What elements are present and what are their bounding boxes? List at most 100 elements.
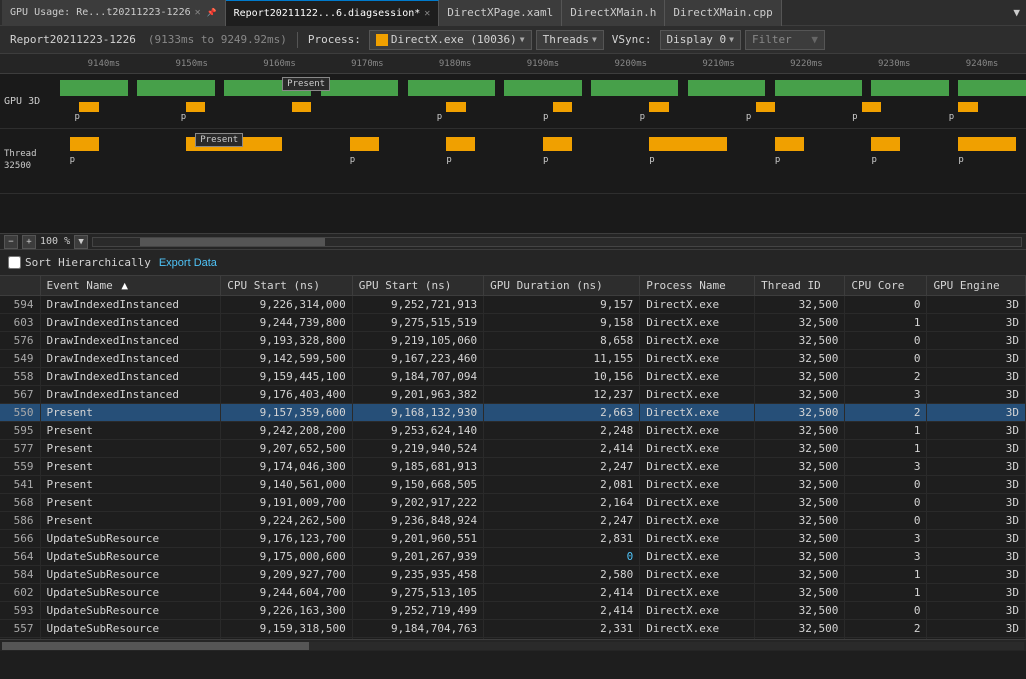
cpu-core-cell: 2 (845, 368, 927, 386)
gpu-activity-bar-10 (871, 80, 948, 96)
thread-content[interactable]: Present p p p p p p p p (60, 129, 1026, 193)
tab-label: DirectXPage.xaml (447, 6, 553, 19)
table-container[interactable]: Event Name ▲ CPU Start (ns) GPU Start (n… (0, 276, 1026, 639)
time-tick-3: 9170ms (323, 59, 411, 69)
table-row[interactable]: 576 DrawIndexedInstanced 9,193,328,800 9… (0, 332, 1026, 350)
col-header-cpu-start[interactable]: CPU Start (ns) (221, 276, 352, 296)
filter-input[interactable]: Filter ▼ (745, 30, 825, 50)
gpu-engine-cell: 3D (927, 404, 1026, 422)
time-tick-6: 9200ms (587, 59, 675, 69)
threads-label: Threads (543, 33, 589, 46)
col-header-gpu-start[interactable]: GPU Start (ns) (352, 276, 483, 296)
cpu-start-cell: 9,176,403,400 (221, 386, 352, 404)
col-header-gpu-duration[interactable]: GPU Duration (ns) (484, 276, 640, 296)
table-row[interactable]: 584 UpdateSubResource 9,209,927,700 9,23… (0, 566, 1026, 584)
cpu-core-cell: 0 (845, 332, 927, 350)
tab-report[interactable]: Report20211122...6.diagsession* ✕ (226, 0, 440, 26)
cpu-core-cell: 1 (845, 314, 927, 332)
thread-bar-3 (350, 137, 379, 151)
table-row[interactable]: 558 DrawIndexedInstanced 9,159,445,100 9… (0, 368, 1026, 386)
col-header-event[interactable]: Event Name ▲ (40, 276, 221, 296)
gpu-duration-cell: 2,663 (484, 404, 640, 422)
gpu-engine-cell: 3D (927, 602, 1026, 620)
thread-row[interactable]: Thread32500 Present p p p p p (0, 129, 1026, 194)
gpu3d-row[interactable]: GPU 3D (0, 74, 1026, 129)
row-id: 549 (0, 350, 40, 368)
process-dropdown[interactable]: DirectX.exe (10036) ▼ (369, 30, 532, 50)
table-row[interactable]: 567 DrawIndexedInstanced 9,176,403,400 9… (0, 386, 1026, 404)
zoom-dropdown-button[interactable]: ▼ (74, 235, 88, 249)
gpu-start-cell: 9,201,267,939 (352, 548, 483, 566)
options-bar: Sort Hierarchically Export Data (0, 250, 1026, 276)
event-name-cell: DrawIndexedInstanced (40, 368, 221, 386)
table-row[interactable]: 564 UpdateSubResource 9,175,000,600 9,20… (0, 548, 1026, 566)
tab-gpu-usage[interactable]: GPU Usage: Re...t20211223-1226 ✕ 📌 (2, 0, 226, 26)
col-header-process[interactable]: Process Name (640, 276, 755, 296)
toolbar: Report20211223-1226 (9133ms to 9249.92ms… (0, 26, 1026, 54)
table-row[interactable]: 577 Present 9,207,652,500 9,219,940,524 … (0, 440, 1026, 458)
gpu-present-5 (553, 102, 572, 112)
table-row[interactable]: 586 Present 9,224,262,500 9,236,848,924 … (0, 512, 1026, 530)
row-id: 603 (0, 314, 40, 332)
table-row[interactable]: 593 UpdateSubResource 9,226,163,300 9,25… (0, 602, 1026, 620)
cpu-start-cell: 9,159,318,500 (221, 620, 352, 638)
table-row[interactable]: 568 Present 9,191,009,700 9,202,917,222 … (0, 494, 1026, 512)
horizontal-scrollbar[interactable] (92, 237, 1022, 247)
thread-bar-9 (958, 137, 1016, 151)
table-row[interactable]: 549 DrawIndexedInstanced 9,142,599,500 9… (0, 350, 1026, 368)
table-row[interactable]: 566 UpdateSubResource 9,176,123,700 9,20… (0, 530, 1026, 548)
horizontal-scroll-thumb[interactable] (140, 238, 326, 246)
tab-directxmain-h[interactable]: DirectXMain.h (562, 0, 665, 26)
display-dropdown[interactable]: Display 0 ▼ (660, 30, 741, 50)
sort-hierarchically-checkbox[interactable]: Sort Hierarchically (8, 256, 151, 269)
time-tick-5: 9190ms (499, 59, 587, 69)
sort-hierarchically-input[interactable] (8, 256, 21, 269)
row-id: 541 (0, 476, 40, 494)
tab-directxmain-cpp[interactable]: DirectXMain.cpp (665, 0, 781, 26)
cpu-start-cell: 9,193,328,800 (221, 332, 352, 350)
thread-id-cell: 32,500 (755, 332, 845, 350)
cpu-start-cell: 9,244,604,700 (221, 584, 352, 602)
tab-overflow-button[interactable]: ▼ (1007, 6, 1026, 19)
thread-bar-4 (446, 137, 475, 151)
col-header-gpu-engine[interactable]: GPU Engine (927, 276, 1026, 296)
table-row[interactable]: 603 DrawIndexedInstanced 9,244,739,800 9… (0, 314, 1026, 332)
bottom-scroll-track[interactable] (2, 642, 1024, 650)
bottom-scroll-thumb[interactable] (2, 642, 309, 650)
tab-close-icon[interactable]: ✕ (195, 7, 201, 18)
time-tick-0: 9140ms (60, 59, 148, 69)
table-row[interactable]: 541 Present 9,140,561,000 9,150,668,505 … (0, 476, 1026, 494)
gpu-present-8 (862, 102, 881, 112)
tab-close-icon[interactable]: ✕ (424, 8, 430, 19)
thread-id-cell: 32,500 (755, 422, 845, 440)
thread-id-cell: 32,500 (755, 296, 845, 314)
gpu-start-cell: 9,252,719,499 (352, 602, 483, 620)
export-data-button[interactable]: Export Data (159, 257, 217, 269)
row-id: 586 (0, 512, 40, 530)
gpu-engine-cell: 3D (927, 476, 1026, 494)
row-id: 566 (0, 530, 40, 548)
tab-directxpage-xaml[interactable]: DirectXPage.xaml (439, 0, 562, 26)
bottom-scrollbar[interactable] (0, 639, 1026, 651)
gpu-start-cell: 9,167,223,460 (352, 350, 483, 368)
table-row[interactable]: 594 DrawIndexedInstanced 9,226,314,000 9… (0, 296, 1026, 314)
threads-dropdown[interactable]: Threads ▼ (536, 30, 604, 50)
gpu-duration-cell: 9,158 (484, 314, 640, 332)
table-row[interactable]: 550 Present 9,157,359,600 9,168,132,930 … (0, 404, 1026, 422)
tab-label: DirectXMain.cpp (673, 6, 772, 19)
gpu-engine-cell: 3D (927, 494, 1026, 512)
thread-id-cell: 32,500 (755, 404, 845, 422)
plus-button[interactable]: + (22, 235, 36, 249)
thread-p-6: p (775, 155, 780, 165)
table-row[interactable]: 559 Present 9,174,046,300 9,185,681,913 … (0, 458, 1026, 476)
table-row[interactable]: 557 UpdateSubResource 9,159,318,500 9,18… (0, 620, 1026, 638)
gpu3d-content[interactable]: Present p p p p p p p p (60, 74, 1026, 128)
col-header-cpu-core[interactable]: CPU Core (845, 276, 927, 296)
table-row[interactable]: 595 Present 9,242,208,200 9,253,624,140 … (0, 422, 1026, 440)
row-id: 602 (0, 584, 40, 602)
filter-dropdown-icon: ▼ (811, 33, 818, 46)
minus-button[interactable]: − (4, 235, 18, 249)
col-header-thread-id[interactable]: Thread ID (755, 276, 845, 296)
thread-id-cell: 32,500 (755, 530, 845, 548)
table-row[interactable]: 602 UpdateSubResource 9,244,604,700 9,27… (0, 584, 1026, 602)
